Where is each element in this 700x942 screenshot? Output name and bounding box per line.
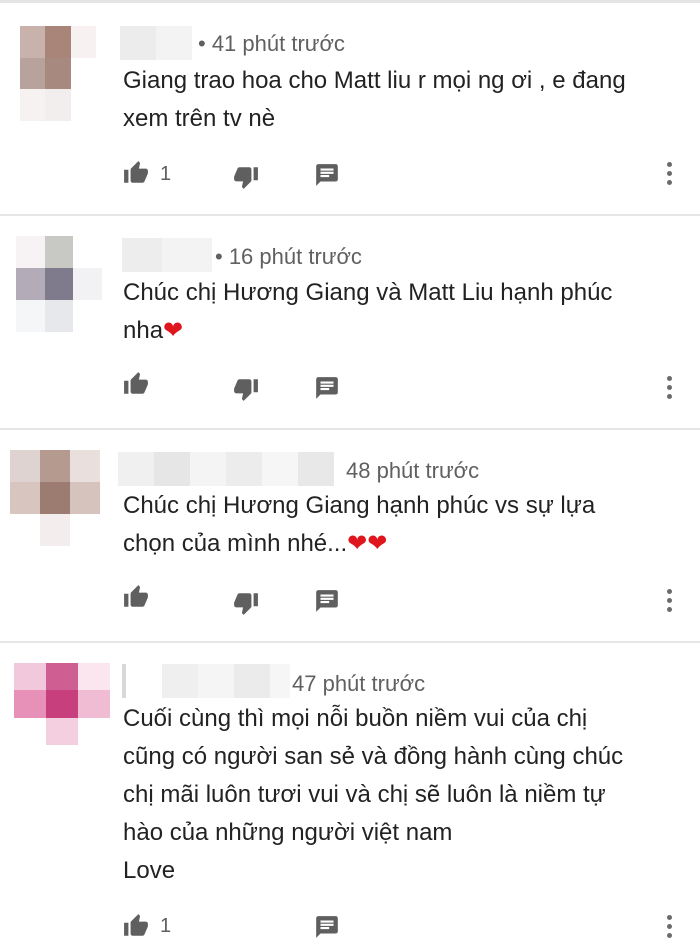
comment-icon[interactable] xyxy=(312,160,342,190)
comment-timestamp: • 16 phút trước xyxy=(215,244,362,269)
avatar-pixel xyxy=(10,482,40,514)
avatar[interactable] xyxy=(14,663,110,745)
avatar-pixel xyxy=(16,236,45,268)
thumb-up-icon[interactable] xyxy=(121,158,151,188)
author-name-redacted[interactable] xyxy=(122,664,290,698)
comment-text: Cuối cùng thì mọi nỗi buồn niềm vui của … xyxy=(123,700,683,890)
more-vert-icon[interactable] xyxy=(663,587,675,615)
comment-divider xyxy=(0,428,700,430)
avatar-pixel xyxy=(70,26,96,58)
comment-line: hào của những người việt nam xyxy=(123,819,453,846)
author-name-redacted[interactable] xyxy=(122,238,212,272)
avatar-pixel xyxy=(16,268,45,300)
comment-line: Chúc chị Hương Giang hạnh phúc vs sự lựa xyxy=(123,492,596,519)
avatar-pixel xyxy=(14,717,46,745)
avatar-pixel xyxy=(73,300,102,332)
comment-line: Love xyxy=(123,857,176,884)
avatar-pixel xyxy=(70,482,100,514)
avatar-pixel xyxy=(14,690,46,718)
comment-line: Chúc chị Hương Giang và Matt Liu hạnh ph… xyxy=(123,279,613,306)
comment-timestamp: • 41 phút trước xyxy=(198,31,345,56)
avatar-pixel xyxy=(45,57,71,90)
avatar-pixel xyxy=(70,89,96,121)
like-count: 1 xyxy=(160,915,172,937)
avatar-pixel xyxy=(20,57,46,90)
avatar[interactable] xyxy=(10,450,100,546)
avatar-pixel xyxy=(10,514,40,546)
avatar-pixel xyxy=(46,663,78,691)
avatar-pixel xyxy=(40,482,70,514)
comment-divider xyxy=(0,641,700,643)
like-count: 1 xyxy=(160,163,172,185)
comment-line: Cuối cùng thì mọi nỗi buồn niềm vui của … xyxy=(123,705,588,732)
author-name-redacted[interactable] xyxy=(118,452,334,486)
heart-emoji: ❤❤ xyxy=(347,530,388,557)
thumb-up-icon[interactable] xyxy=(121,369,151,399)
thumb-up-icon[interactable] xyxy=(121,911,151,941)
avatar-pixel xyxy=(78,690,110,718)
avatar-pixel xyxy=(70,514,100,546)
avatar-pixel xyxy=(44,268,74,300)
avatar-pixel xyxy=(20,26,46,58)
avatar-pixel xyxy=(44,300,74,332)
comment-line: cũng có người san sẻ và đồng hành cùng c… xyxy=(123,743,624,770)
more-vert-icon[interactable] xyxy=(663,160,675,188)
thumb-down-icon[interactable] xyxy=(231,374,261,404)
more-vert-icon[interactable] xyxy=(663,374,675,402)
avatar-pixel xyxy=(46,717,78,745)
avatar-pixel xyxy=(73,268,102,300)
top-divider xyxy=(0,0,700,3)
avatar[interactable] xyxy=(20,26,96,121)
more-vert-icon[interactable] xyxy=(663,913,675,941)
comment-timestamp: 47 phút trước xyxy=(292,671,426,696)
comment-icon[interactable] xyxy=(312,912,342,942)
avatar-pixel xyxy=(45,89,71,121)
thumb-down-icon[interactable] xyxy=(231,588,261,618)
avatar-pixel xyxy=(44,236,74,268)
comment-line: nha❤ xyxy=(123,312,683,350)
avatar[interactable] xyxy=(16,236,102,332)
avatar-pixel xyxy=(70,57,96,90)
avatar-pixel xyxy=(70,450,100,482)
avatar-pixel xyxy=(73,236,102,268)
avatar-pixel xyxy=(10,450,40,482)
avatar-pixel xyxy=(46,690,78,718)
comment-line: chọn của mình nhé...❤❤ xyxy=(123,525,683,563)
comment-line-text: chọn của mình nhé... xyxy=(123,530,348,557)
comment-icon[interactable] xyxy=(312,586,342,616)
thumb-down-icon[interactable] xyxy=(231,162,261,192)
avatar-pixel xyxy=(40,514,70,546)
author-name-redacted[interactable] xyxy=(120,26,192,60)
comment-text: Chúc chị Hương Giang hạnh phúc vs sự lựa… xyxy=(123,487,683,563)
avatar-pixel xyxy=(16,300,45,332)
thumb-up-icon[interactable] xyxy=(121,582,151,612)
avatar-pixel xyxy=(78,717,110,745)
comment-line: Giang trao hoa cho Matt liu r mọi ng ơi … xyxy=(123,67,626,94)
avatar-pixel xyxy=(78,663,110,691)
heart-emoji: ❤ xyxy=(163,317,184,344)
comment-icon[interactable] xyxy=(312,373,342,403)
comment-divider xyxy=(0,214,700,216)
comment-line-text: nha xyxy=(123,317,164,344)
comment-text: Chúc chị Hương Giang và Matt Liu hạnh ph… xyxy=(123,274,683,350)
comment-line: xem trên tv nè xyxy=(123,105,276,132)
comment-text: Giang trao hoa cho Matt liu r mọi ng ơi … xyxy=(123,62,683,138)
avatar-pixel xyxy=(40,450,70,482)
avatar-pixel xyxy=(14,663,46,691)
avatar-pixel xyxy=(45,26,71,58)
avatar-pixel xyxy=(20,89,46,121)
comment-timestamp: 48 phút trước xyxy=(346,458,480,483)
comment-line: chị mãi luôn tươi vui và chị sẽ luôn là … xyxy=(123,781,606,808)
